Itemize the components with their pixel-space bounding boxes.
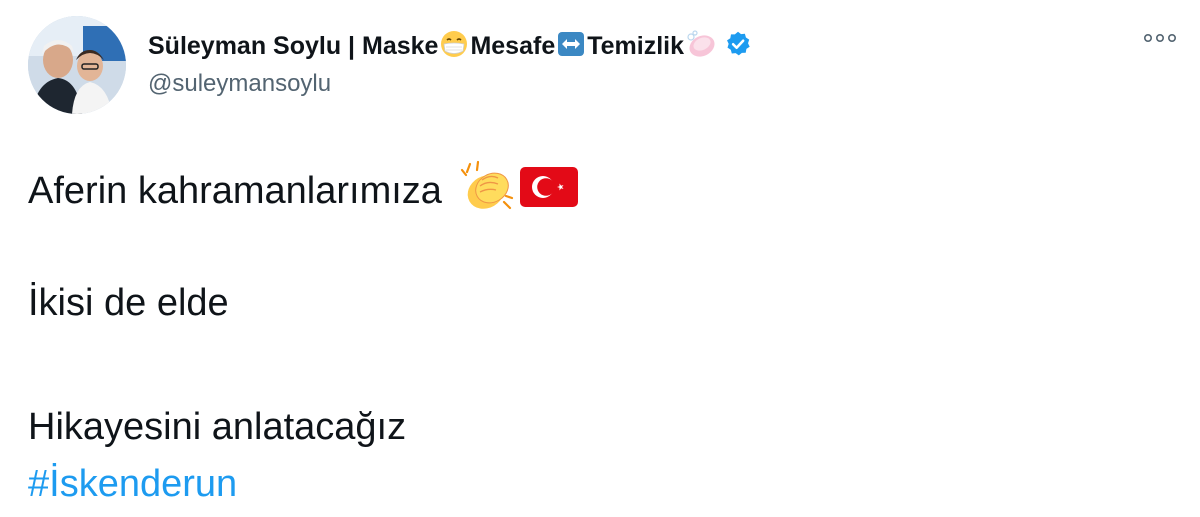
author-name-part: Süleyman Soylu | Maske bbox=[148, 31, 439, 60]
avatar[interactable] bbox=[28, 16, 126, 114]
tweet-line-1: Aferin kahramanlarımıza bbox=[28, 169, 442, 212]
soap-icon bbox=[685, 29, 717, 64]
author-name-part: Temizlik bbox=[587, 31, 685, 60]
author-handle[interactable]: @suleymansoylu bbox=[148, 70, 752, 98]
left-right-arrow-icon bbox=[556, 29, 586, 64]
tweet-line-3: Hikayesini anlatacağız bbox=[28, 406, 407, 448]
author-name[interactable]: Süleyman Soylu | Maske Mesafe Temizlik bbox=[148, 26, 752, 66]
verified-badge-icon bbox=[724, 30, 752, 63]
tweet-header: Süleyman Soylu | Maske Mesafe Temizlik @… bbox=[148, 26, 752, 98]
tweet-line-2: İkisi de elde bbox=[28, 282, 229, 324]
hashtag-link[interactable]: #İskenderun bbox=[28, 465, 237, 503]
author-name-part: Mesafe bbox=[470, 31, 556, 60]
more-options-icon[interactable] bbox=[1142, 30, 1178, 51]
tweet-text-line: Aferin kahramanlarımıza bbox=[28, 160, 578, 221]
clapping-hands-icon bbox=[456, 160, 514, 221]
turkey-flag-icon bbox=[519, 167, 578, 214]
face-with-medical-mask-icon bbox=[439, 29, 469, 64]
